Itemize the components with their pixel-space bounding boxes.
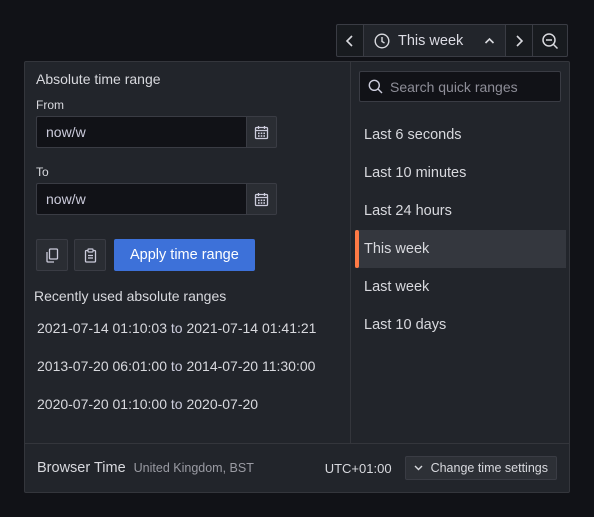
recent-range-from: 2021-07-14 01:10:03 <box>37 320 167 336</box>
quick-range-search <box>359 71 571 102</box>
chevron-right-icon <box>514 34 524 47</box>
from-input[interactable] <box>36 116 246 148</box>
utc-offset: UTC+01:00 <box>324 460 392 476</box>
change-time-settings-button[interactable]: Change time settings <box>404 456 557 480</box>
chevron-left-icon <box>345 34 355 47</box>
search-icon <box>368 79 383 94</box>
to-label: To <box>36 165 49 179</box>
to-input[interactable] <box>36 183 246 215</box>
change-time-settings-label: Change time settings <box>430 461 548 475</box>
time-picker-toolbar: This week <box>336 24 568 57</box>
chevron-up-icon <box>484 37 495 45</box>
absolute-range-heading: Absolute time range <box>36 71 161 87</box>
timezone-name: Browser Time <box>37 460 126 476</box>
time-range-display: This week <box>374 33 463 49</box>
time-picker-panel: Absolute time range From To <box>24 61 571 493</box>
recent-ranges-list: 2021-07-14 01:10:03 to 2021-07-14 01:41:… <box>37 318 337 432</box>
copy-range-button[interactable] <box>36 239 68 271</box>
time-range-label: This week <box>398 32 464 49</box>
quick-range-search-input[interactable] <box>390 78 571 95</box>
to-calendar-button[interactable] <box>246 183 277 215</box>
recent-range-to: 2014-07-20 11:30:00 <box>186 358 316 374</box>
calendar-icon <box>254 192 269 207</box>
quick-range-item[interactable]: Last 10 days <box>355 306 566 344</box>
copy-icon <box>45 247 59 263</box>
recent-range-separator: to <box>170 358 183 374</box>
quick-ranges-section: Last 6 secondsLast 10 minutesLast 24 hou… <box>351 62 571 443</box>
from-field-group <box>36 116 277 148</box>
recent-range-separator: to <box>170 396 183 412</box>
recent-range-from: 2013-07-20 06:01:00 <box>37 358 167 374</box>
previous-range-button[interactable] <box>337 25 364 56</box>
recent-range-item[interactable]: 2020-07-20 01:10:00 to 2020-07-20 <box>37 394 337 415</box>
next-range-button[interactable] <box>506 25 533 56</box>
calendar-icon <box>254 125 269 140</box>
chevron-down-icon <box>414 465 423 471</box>
to-field-group <box>36 183 277 215</box>
recent-range-to: 2020-07-20 <box>186 396 259 412</box>
quick-ranges-list: Last 6 seconds Last 10 minutes Last 24 hou… <box>355 116 566 344</box>
time-settings-footer: Browser Time United Kingdom, BST UTC+01:… <box>25 443 569 492</box>
zoom-out-icon <box>541 32 559 50</box>
clipboard-icon <box>84 247 97 263</box>
recent-ranges-heading: Recently used absolute ranges <box>34 288 227 304</box>
recent-range-from: 2020-07-20 01:10:00 <box>37 396 167 412</box>
quick-range-item[interactable]: Last 6 seconds <box>355 116 566 154</box>
from-label: From <box>36 98 64 112</box>
from-calendar-button[interactable] <box>246 116 277 148</box>
timezone-location: United Kingdom, BST <box>133 461 254 475</box>
apply-time-range-button[interactable]: Apply time range <box>114 239 255 271</box>
quick-range-item[interactable]: Last 10 minutes <box>355 154 566 192</box>
recent-range-separator: to <box>170 320 183 336</box>
time-range-button[interactable]: This week <box>364 25 506 56</box>
zoom-out-button[interactable] <box>533 25 567 56</box>
absolute-range-section: Absolute time range From To <box>25 62 351 443</box>
range-actions: Apply time range <box>36 239 255 271</box>
clock-icon <box>374 32 390 49</box>
quick-range-item[interactable]: Last week <box>355 268 566 306</box>
quick-range-item[interactable]: This week <box>355 230 566 268</box>
recent-range-item[interactable]: 2013-07-20 06:01:00 to 2014-07-20 11:30:… <box>37 356 337 377</box>
recent-range-item[interactable]: 2021-07-14 01:10:03 to 2021-07-14 01:41:… <box>37 318 337 339</box>
paste-range-button[interactable] <box>74 239 106 271</box>
recent-range-to: 2021-07-14 01:41:21 <box>186 320 317 336</box>
quick-range-item[interactable]: Last 24 hours <box>355 192 566 230</box>
